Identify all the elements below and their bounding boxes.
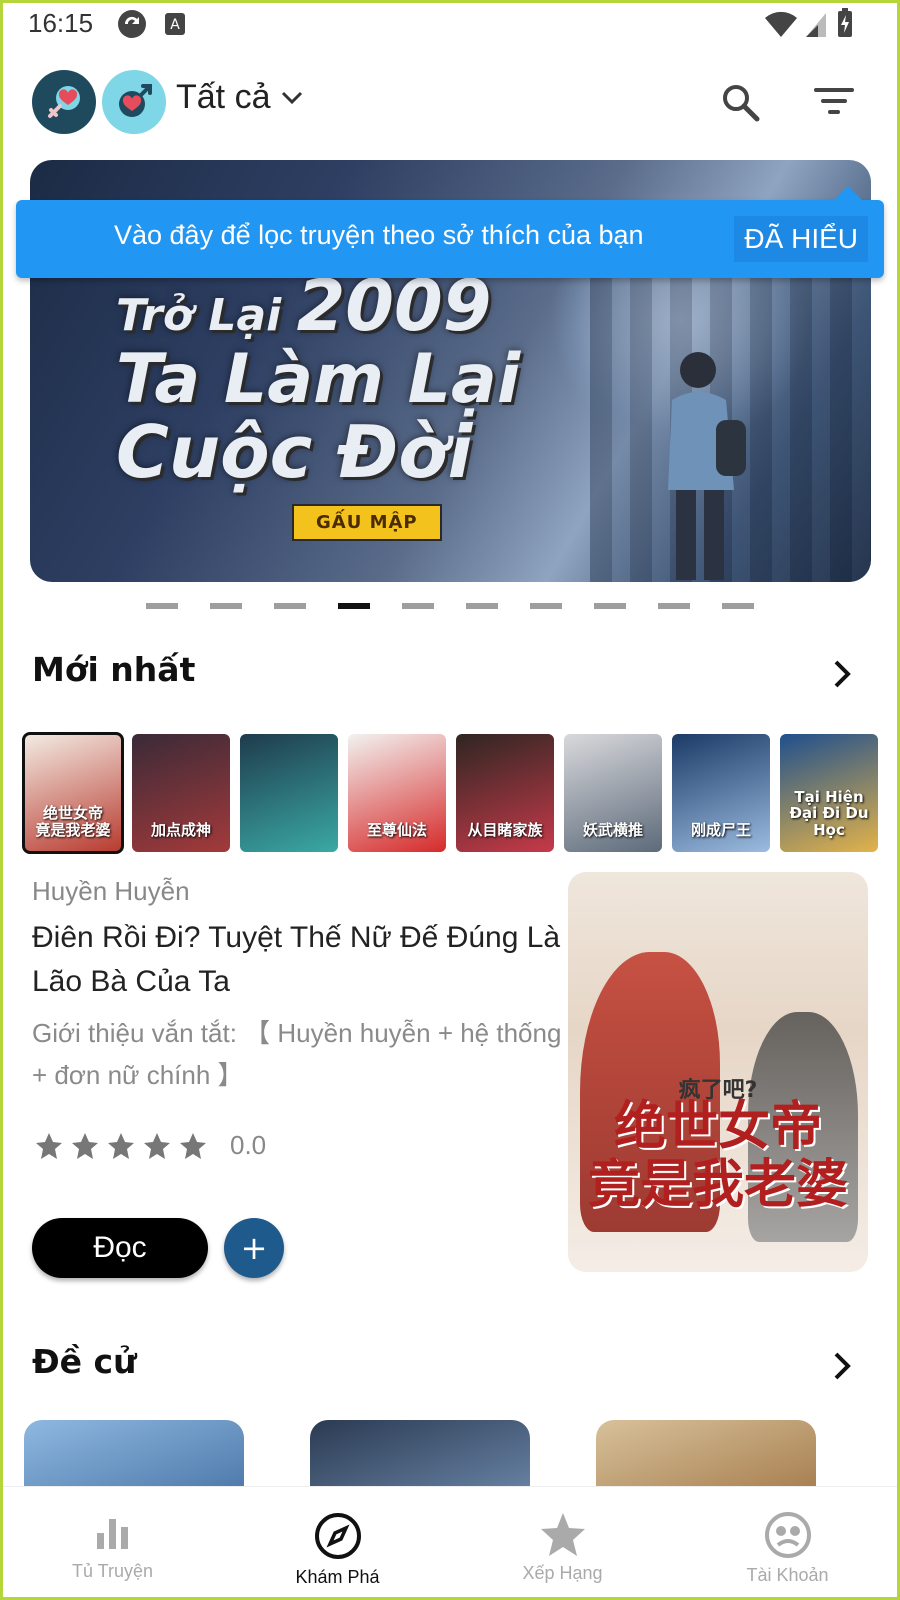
thumbnail-cover-text: 从目睹家族 [467, 820, 543, 839]
rating-star-icon [180, 1132, 206, 1159]
banner-title-line3: Cuộc Đời [116, 409, 473, 494]
bar-chart-icon [96, 1519, 128, 1549]
banner-pagination [146, 603, 754, 609]
newest-section-title: Mới nhất [32, 650, 196, 689]
star-icon [540, 1513, 585, 1556]
pagination-dot[interactable] [658, 603, 690, 609]
thumbnail-cover-text: Tại Hiện Đại Đi Du Học [789, 787, 869, 839]
status-time: 16:15 [28, 8, 94, 38]
female-filter-button[interactable] [32, 70, 96, 134]
rating-star-icon [36, 1132, 62, 1159]
male-filter-button[interactable] [102, 70, 166, 134]
pagination-dot[interactable] [402, 603, 434, 609]
newest-book-thumbnail[interactable]: 绝世女帝 竟是我老婆 [22, 732, 124, 854]
search-icon[interactable] [720, 82, 762, 124]
nav-item-account[interactable]: Tài Khoản [675, 1487, 900, 1600]
nav-label-explore: Khám Phá [295, 1567, 380, 1587]
tooltip-text: Vào đây để lọc truyện theo sở thích của … [114, 220, 644, 250]
pagination-dot[interactable] [466, 603, 498, 609]
banner-character-figure [668, 352, 746, 580]
newest-thumbnail-strip: 绝世女帝 竟是我老婆 加点成神 至尊仙法 从目睹家族 妖武横推 刚成尸王 Tại Hiện … [22, 732, 878, 854]
rating-star-icon [72, 1132, 98, 1159]
rating-star-icon [108, 1132, 134, 1159]
thumbnail-cover-text: 至尊仙法 [366, 820, 427, 839]
pagination-dot[interactable] [274, 603, 306, 609]
recommended-see-more-chevron-icon[interactable] [826, 1350, 858, 1382]
male-heart-icon [119, 84, 152, 117]
add-to-library-button[interactable]: + [224, 1218, 284, 1278]
keyboard-a-icon: A [165, 13, 185, 35]
thumbnail-cover-text: 刚成尸王 [690, 820, 751, 839]
pagination-dot[interactable] [146, 603, 178, 609]
newest-book-thumbnail[interactable]: 从目睹家族 [456, 734, 554, 852]
compass-icon [314, 1513, 361, 1559]
tooltip-dismiss-button[interactable]: ĐÃ HIỂU [734, 216, 868, 262]
newest-see-more-chevron-icon[interactable] [826, 658, 858, 690]
newest-book-thumbnail[interactable]: 妖武横推 [564, 734, 662, 852]
bottom-navigation: Tủ Truyện Khám Phá Xếp Hạng Tài Khoản [0, 1486, 900, 1600]
nav-item-explore[interactable]: Khám Phá [225, 1487, 450, 1600]
pagination-dot[interactable] [594, 603, 626, 609]
rating-value: 0.0 [230, 1130, 267, 1160]
top-bar: Tất cả [0, 70, 900, 136]
featured-description: Giới thiệu vắn tắt: 【 Huyền huyễn + hệ t… [32, 1018, 562, 1090]
female-heart-icon [48, 86, 80, 118]
battery-charging-icon [838, 8, 852, 37]
nav-label-library: Tủ Truyện [71, 1561, 154, 1581]
nav-label-ranking: Xếp Hạng [522, 1563, 603, 1583]
nav-label-account: Tài Khoản [746, 1565, 829, 1585]
read-button[interactable]: Đọc [32, 1218, 208, 1278]
featured-genre: Huyền Huyễn [32, 876, 190, 906]
status-bar: 16:15 A [0, 0, 900, 50]
category-dropdown[interactable]: Tất cả [176, 78, 304, 117]
svg-text:A: A [170, 17, 180, 33]
nav-item-ranking[interactable]: Xếp Hạng [450, 1487, 675, 1600]
pagination-dot[interactable] [210, 603, 242, 609]
banner-title-line2: Ta Làm Lại [116, 339, 521, 419]
pagination-dot[interactable] [338, 603, 370, 609]
newest-book-thumbnail[interactable]: Tại Hiện Đại Đi Du Học [780, 734, 878, 852]
banner-title-line1a: Trở Lại [116, 290, 282, 341]
chevron-down-icon [282, 91, 303, 104]
sync-icon [118, 10, 146, 38]
banner-author-tag: GẤU MẬP [292, 504, 442, 541]
pagination-dot[interactable] [722, 603, 754, 609]
thumbnail-cover-text: 加点成神 [150, 820, 211, 839]
cover-title: 绝世女帝 竟是我老婆 [587, 1097, 848, 1215]
filter-hint-tooltip: Vào đây để lọc truyện theo sở thích của … [16, 186, 884, 278]
account-icon [764, 1512, 811, 1558]
rating-star-icon [144, 1132, 170, 1159]
banner-title: Trở Lại 2009 Ta Làm Lại Cuộc Đời [116, 269, 521, 494]
thumbnail-cover-text: 妖武横推 [582, 820, 643, 839]
newest-book-thumbnail[interactable]: 加点成神 [132, 734, 230, 852]
wifi-icon [765, 11, 797, 38]
featured-title[interactable]: Điên Rồi Đi? Tuyệt Thế Nữ Đế Đúng Là Lão… [32, 916, 562, 1004]
recommended-section-title: Đề cử [32, 1342, 137, 1381]
newest-book-thumbnail[interactable]: 刚成尸王 [672, 734, 770, 852]
featured-rating: 0.0 [34, 1130, 266, 1161]
pagination-dot[interactable] [530, 603, 562, 609]
nav-item-library[interactable]: Tủ Truyện [0, 1487, 225, 1600]
signal-icon [806, 13, 826, 37]
filter-icon[interactable] [814, 86, 854, 116]
featured-cover[interactable]: 疯了吧? 绝世女帝 竟是我老婆 [568, 872, 868, 1272]
newest-book-thumbnail[interactable]: 至尊仙法 [348, 734, 446, 852]
thumbnail-cover-text: 绝世女帝 竟是我老婆 [35, 804, 111, 839]
newest-book-thumbnail[interactable] [240, 734, 338, 852]
category-dropdown-label: Tất cả [176, 78, 271, 116]
